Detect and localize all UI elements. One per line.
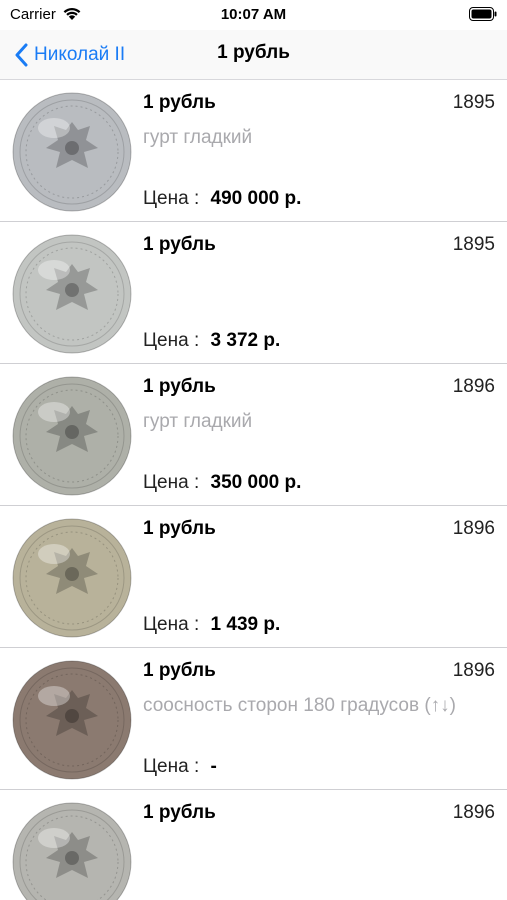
coin-name: 1 рубль (143, 518, 216, 539)
coin-price: Цена : 490 000 р. (143, 188, 301, 210)
coin-photo (12, 92, 132, 212)
coin-name: 1 рубль (143, 234, 216, 255)
price-value: - (210, 756, 217, 777)
coin-photo (12, 660, 132, 780)
clock: 10:07 AM (220, 6, 287, 23)
price-label: Цена : (143, 472, 200, 493)
coin-year: 1896 (452, 660, 495, 681)
list-item[interactable]: 1 рубль 1896 Цена : 1 439 р. (0, 506, 507, 648)
coin-name: 1 рубль (143, 92, 216, 113)
price-label: Цена : (143, 614, 200, 635)
page-title: 1 рубль (217, 42, 290, 63)
list-item[interactable]: 1 рубль 1895 Цена : 3 372 р. (0, 222, 507, 364)
price-value: 350 000 р. (210, 472, 302, 493)
coin-description: гурт гладкий (143, 127, 253, 148)
list-item[interactable]: 1 рубль 1896 Цена : (0, 790, 507, 900)
list-item[interactable]: 1 рубль 1896 гурт гладкий Цена : 350 000… (0, 364, 507, 506)
battery-icon (469, 7, 497, 21)
coin-photo (12, 802, 132, 900)
coin-year: 1895 (452, 234, 495, 255)
price-label: Цена : (143, 756, 200, 777)
coin-price: Цена : 1 439 р. (143, 614, 280, 636)
coin-price: Цена : 3 372 р. (143, 330, 280, 352)
status-bar: Carrier 10:07 AM (0, 0, 507, 30)
price-value: 1 439 р. (210, 614, 281, 635)
coin-photo (12, 518, 132, 638)
coin-name: 1 рубль (143, 376, 216, 397)
coin-description: соосность сторон 180 градусов (↑↓) (143, 695, 456, 716)
screen: Carrier 10:07 AM Николай II 1 рубль 1 ру… (0, 0, 507, 900)
price-value: 3 372 р. (210, 330, 281, 351)
price-value: 490 000 р. (210, 188, 302, 209)
coin-year: 1896 (452, 518, 495, 539)
navigation-bar: Николай II 1 рубль (0, 30, 507, 80)
coin-photo (12, 234, 132, 354)
coin-price: Цена : 350 000 р. (143, 472, 301, 494)
list-item[interactable]: 1 рубль 1896 соосность сторон 180 градус… (0, 648, 507, 790)
coin-description: гурт гладкий (143, 411, 253, 432)
list-item[interactable]: 1 рубль 1895 гурт гладкий Цена : 490 000… (0, 80, 507, 222)
price-label: Цена : (143, 330, 200, 351)
coin-year: 1895 (452, 92, 495, 113)
coin-year: 1896 (452, 376, 495, 397)
coin-price: Цена : - (143, 756, 217, 778)
coin-year: 1896 (452, 802, 495, 823)
coin-name: 1 рубль (143, 660, 216, 681)
coin-name: 1 рубль (143, 802, 216, 823)
coin-photo (12, 376, 132, 496)
price-label: Цена : (143, 188, 200, 209)
coin-list: 1 рубль 1895 гурт гладкий Цена : 490 000… (0, 80, 507, 900)
